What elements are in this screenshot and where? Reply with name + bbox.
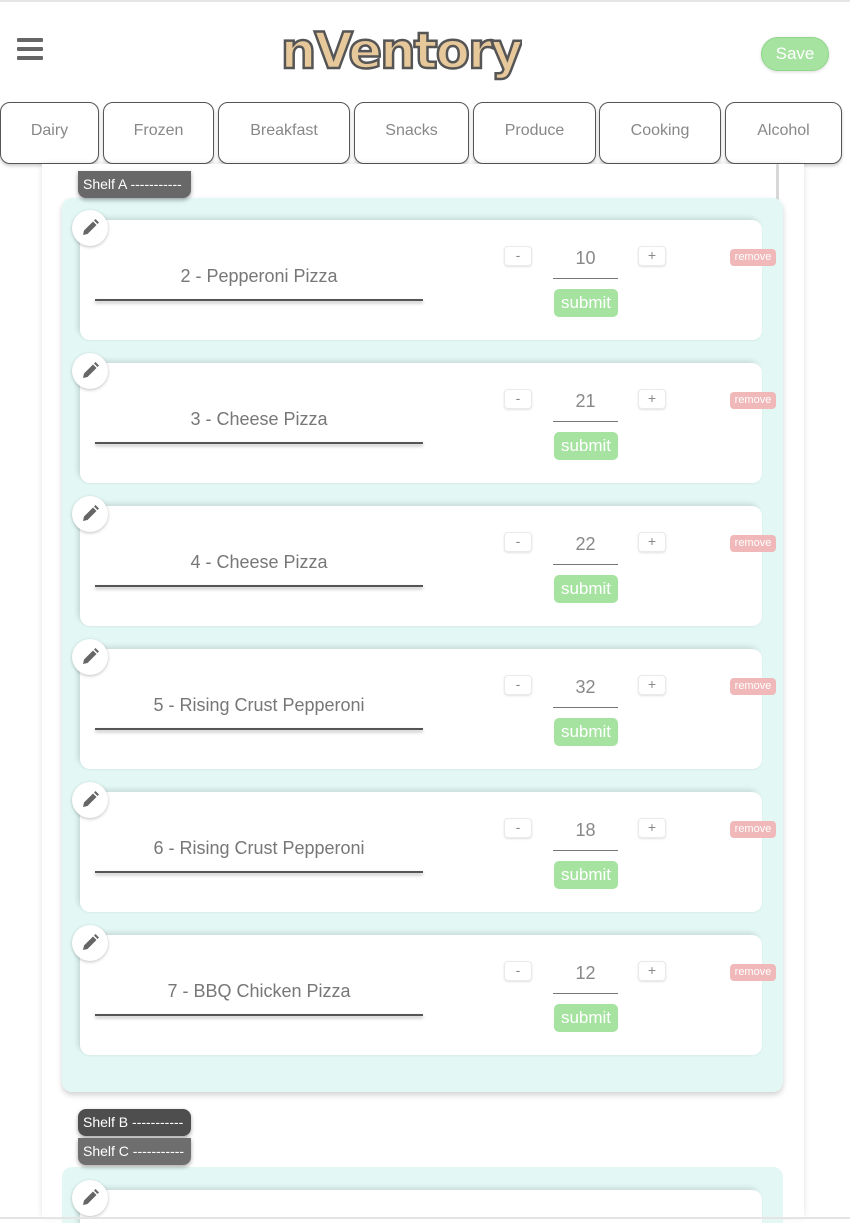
remove-button[interactable]: remove [730, 678, 776, 695]
remove-button[interactable]: remove [730, 964, 776, 981]
item-name-underline [95, 728, 423, 730]
tab-produce[interactable]: Produce [473, 102, 596, 164]
item-name-underline [95, 442, 423, 444]
shelf-a-label[interactable]: Shelf A ----------- [78, 171, 191, 198]
edit-button[interactable] [72, 210, 108, 246]
decrement-button[interactable]: - [504, 532, 532, 552]
increment-button[interactable]: + [638, 961, 666, 981]
decrement-button[interactable]: - [504, 961, 532, 981]
quantity-input[interactable]: 22 [553, 534, 618, 555]
quantity-input[interactable]: 18 [553, 820, 618, 841]
app-header: nVentory Save [0, 2, 850, 102]
quantity-input[interactable]: 32 [553, 677, 618, 698]
remove-button[interactable]: remove [730, 392, 776, 409]
item-card: 4 - Cheese Pizza - 22 + submit remove [72, 496, 776, 626]
tab-frozen[interactable]: Frozen [103, 102, 214, 164]
quantity-input[interactable]: 21 [553, 391, 618, 412]
item-card: 2 - Pepperoni Pizza - 10 + submit remove [72, 210, 776, 340]
remove-button[interactable]: remove [730, 535, 776, 552]
item-card: 7 - BBQ Chicken Pizza - 12 + submit remo… [72, 925, 776, 1055]
pencil-icon [83, 1189, 99, 1205]
submit-button[interactable]: submit [554, 575, 618, 603]
item-name-underline [95, 871, 423, 873]
pencil-icon [83, 791, 99, 807]
pencil-icon [83, 362, 99, 378]
quantity-input[interactable]: 12 [553, 963, 618, 984]
submit-button[interactable]: submit [554, 432, 618, 460]
decrement-button[interactable]: - [504, 246, 532, 266]
tab-cooking[interactable]: Cooking [599, 102, 721, 164]
pencil-icon [83, 648, 99, 664]
tab-breakfast[interactable]: Breakfast [218, 102, 350, 164]
increment-button[interactable]: + [638, 246, 666, 266]
item-name[interactable]: 5 - Rising Crust Pepperoni [95, 695, 423, 716]
hamburger-menu-icon[interactable] [17, 38, 43, 60]
edit-button[interactable] [72, 925, 108, 961]
item-name[interactable]: 7 - BBQ Chicken Pizza [95, 981, 423, 1002]
item-name[interactable]: 3 - Cheese Pizza [95, 409, 423, 430]
submit-button[interactable]: submit [554, 861, 618, 889]
window-bottom-border [0, 1217, 850, 1219]
tab-snacks[interactable]: Snacks [354, 102, 469, 164]
edit-button[interactable] [72, 782, 108, 818]
quantity-underline [553, 707, 618, 708]
quantity-underline [553, 278, 618, 279]
decrement-button[interactable]: - [504, 389, 532, 409]
app-logo: nVentory [280, 21, 522, 82]
quantity-underline [553, 850, 618, 851]
submit-button[interactable]: submit [554, 1004, 618, 1032]
save-button[interactable]: Save [761, 37, 829, 71]
submit-button[interactable]: submit [554, 289, 618, 317]
remove-button[interactable]: remove [730, 249, 776, 266]
logo-text: nVentory [281, 22, 522, 80]
pencil-icon [83, 505, 99, 521]
item-name[interactable]: 4 - Cheese Pizza [95, 552, 423, 573]
item-card: 3 - Cheese Pizza - 21 + submit remove [72, 353, 776, 483]
quantity-underline [553, 421, 618, 422]
edit-button[interactable] [72, 1180, 108, 1216]
item-name-underline [95, 299, 423, 301]
item-card: 5 - Rising Crust Pepperoni - 32 + submit… [72, 639, 776, 769]
quantity-input[interactable]: 10 [553, 248, 618, 269]
quantity-underline [553, 993, 618, 994]
increment-button[interactable]: + [638, 532, 666, 552]
quantity-underline [553, 564, 618, 565]
decrement-button[interactable]: - [504, 675, 532, 695]
shelf-c-label[interactable]: Shelf C ----------- [78, 1138, 191, 1165]
pencil-icon [83, 219, 99, 235]
tab-dairy[interactable]: Dairy [0, 102, 99, 164]
item-name[interactable]: 2 - Pepperoni Pizza [95, 266, 423, 287]
remove-button[interactable]: remove [730, 821, 776, 838]
decrement-button[interactable]: - [504, 818, 532, 838]
tab-alcohol[interactable]: Alcohol [725, 102, 842, 164]
item-card: 6 - Rising Crust Pepperoni - 18 + submit… [72, 782, 776, 912]
shelf-b-label[interactable]: Shelf B ----------- [78, 1109, 191, 1136]
increment-button[interactable]: + [638, 818, 666, 838]
item-name-underline [95, 585, 423, 587]
pencil-icon [83, 934, 99, 950]
item-name[interactable]: 6 - Rising Crust Pepperoni [95, 838, 423, 859]
item-name-underline [95, 1014, 423, 1016]
edit-button[interactable] [72, 496, 108, 532]
edit-button[interactable] [72, 639, 108, 675]
submit-button[interactable]: submit [554, 718, 618, 746]
increment-button[interactable]: + [638, 675, 666, 695]
increment-button[interactable]: + [638, 389, 666, 409]
edit-button[interactable] [72, 353, 108, 389]
